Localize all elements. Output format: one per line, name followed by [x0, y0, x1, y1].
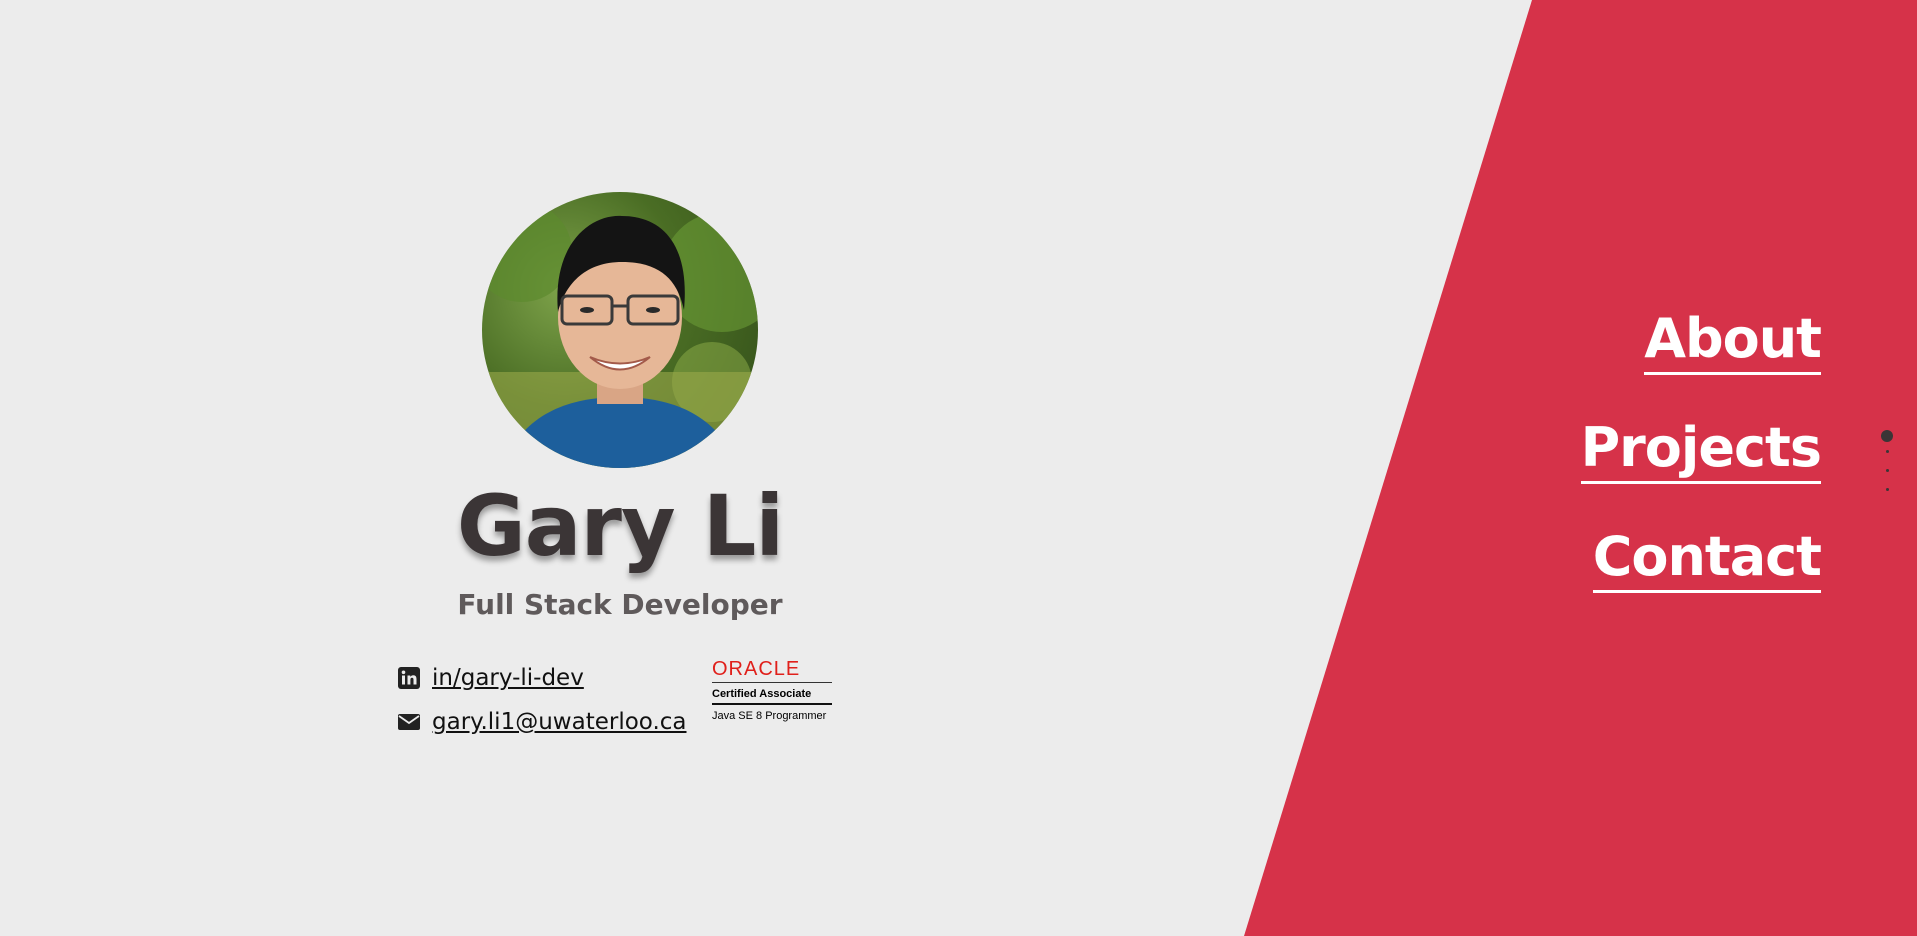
oracle-logo: ORACLE: [712, 658, 832, 683]
oracle-certification-badge: ORACLE Certified Associate Java SE 8 Pro…: [712, 658, 832, 724]
linkedin-row: in/gary-li-dev: [396, 656, 687, 700]
main-nav: About Projects Contact: [1580, 306, 1822, 633]
page-dot-1[interactable]: [1881, 430, 1893, 442]
envelope-icon: [396, 709, 422, 735]
avatar: [482, 192, 758, 468]
nav-projects-label: Projects: [1580, 415, 1822, 484]
nav-about-label: About: [1644, 306, 1822, 375]
nav-contact[interactable]: Contact: [1581, 524, 1822, 593]
nav-about[interactable]: About: [1581, 306, 1822, 375]
page-dot-2[interactable]: [1885, 450, 1889, 453]
cert-title: Certified Associate: [712, 683, 832, 705]
contact-links: in/gary-li-dev gary.li1@uwaterloo.ca: [396, 656, 687, 744]
profile-title: Full Stack Developer: [457, 588, 783, 621]
email-link[interactable]: gary.li1@uwaterloo.ca: [432, 709, 687, 735]
nav-contact-label: Contact: [1592, 524, 1822, 593]
cert-subtitle: Java SE 8 Programmer: [712, 710, 827, 722]
page-indicator: [1880, 430, 1894, 507]
page: Gary Li Full Stack Developer in/gary-li-…: [0, 0, 1917, 936]
avatar-portrait: [482, 202, 758, 468]
nav-projects[interactable]: Projects: [1580, 415, 1822, 484]
linkedin-link[interactable]: in/gary-li-dev: [432, 665, 584, 691]
linkedin-icon: [396, 665, 422, 691]
page-dot-4[interactable]: [1885, 488, 1889, 491]
page-dot-3[interactable]: [1885, 469, 1889, 472]
profile-name: Gary Li: [456, 477, 784, 575]
profile-section: Gary Li Full Stack Developer: [370, 192, 870, 621]
email-row: gary.li1@uwaterloo.ca: [396, 700, 687, 744]
